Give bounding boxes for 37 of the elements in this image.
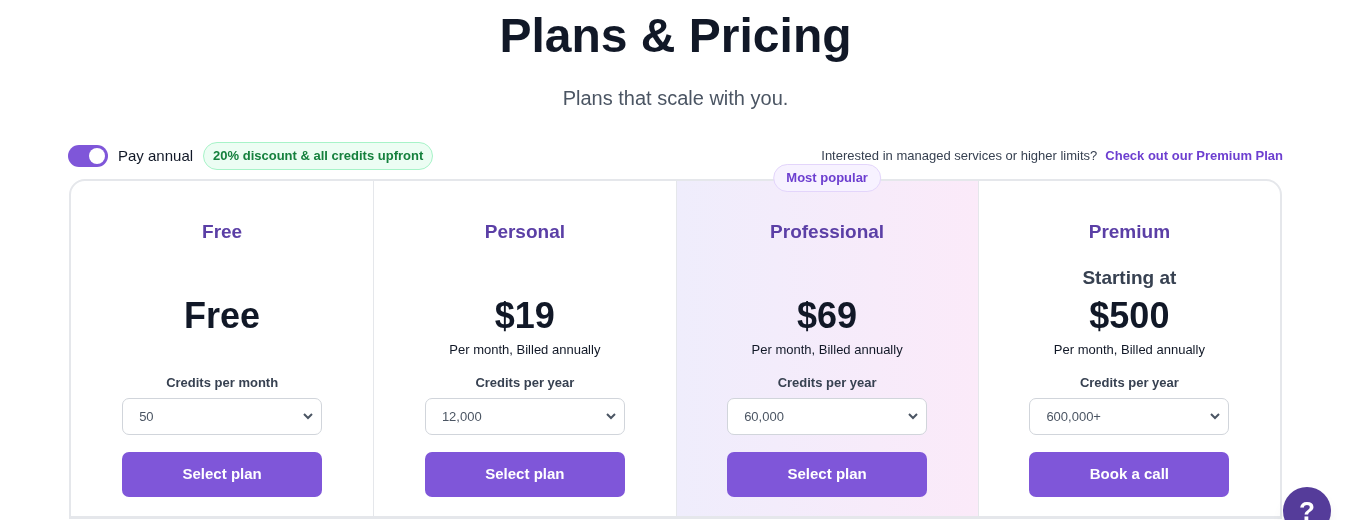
- plan-price: Free: [184, 294, 261, 338]
- plan-button[interactable]: Select plan: [122, 452, 323, 497]
- credits-label: Credits per year: [1079, 374, 1179, 392]
- page-title: Plans & Pricing: [499, 8, 852, 64]
- credits-label: Credits per year: [475, 374, 575, 392]
- premium-note: Interested in managed services or higher limits?: [821, 147, 1098, 166]
- price-note: Per month, Billed annually: [1053, 341, 1205, 359]
- plan-button[interactable]: Select plan: [727, 452, 928, 497]
- page-subtitle: Plans that scale with you.: [562, 86, 789, 111]
- chevron-down-icon: [1210, 413, 1221, 420]
- credits-dropdown[interactable]: 60,000: [727, 398, 928, 435]
- plan-button[interactable]: Book a call: [1029, 452, 1230, 497]
- plan-price: $19: [494, 294, 555, 338]
- price-note: Per month, Billed annually: [751, 341, 903, 359]
- premium-link[interactable]: Check out our Premium Plan: [1105, 146, 1283, 166]
- credits-dropdown[interactable]: 12,000: [424, 398, 625, 435]
- plan-name: Free: [202, 220, 243, 244]
- plan-button[interactable]: Select plan: [424, 452, 625, 497]
- popular-badge: Most popular: [773, 164, 881, 192]
- plan-price: $500: [1089, 294, 1170, 338]
- plan-name: Professional: [770, 220, 885, 244]
- chevron-down-icon: [908, 413, 919, 420]
- chevron-down-icon: [303, 413, 314, 420]
- toggle-label: Pay annual: [118, 145, 194, 166]
- credits-label: Credits per year: [777, 374, 877, 392]
- credits-label: Credits per month: [166, 374, 279, 392]
- plan-name: Personal: [484, 220, 565, 244]
- discount-badge: 20% discount & all credits upfront: [203, 142, 434, 170]
- toggle-switch[interactable]: [68, 145, 108, 167]
- price-note: Per month, Billed annually: [449, 341, 601, 359]
- price-prefix: Starting at: [1082, 266, 1177, 290]
- plan-name: Premium: [1088, 220, 1171, 244]
- credits-dropdown[interactable]: 50: [122, 398, 323, 435]
- plan-price: $69: [797, 294, 858, 338]
- chevron-down-icon: [605, 413, 616, 420]
- help-button[interactable]: ?: [1283, 487, 1331, 520]
- credits-dropdown[interactable]: 600,000+: [1029, 398, 1230, 435]
